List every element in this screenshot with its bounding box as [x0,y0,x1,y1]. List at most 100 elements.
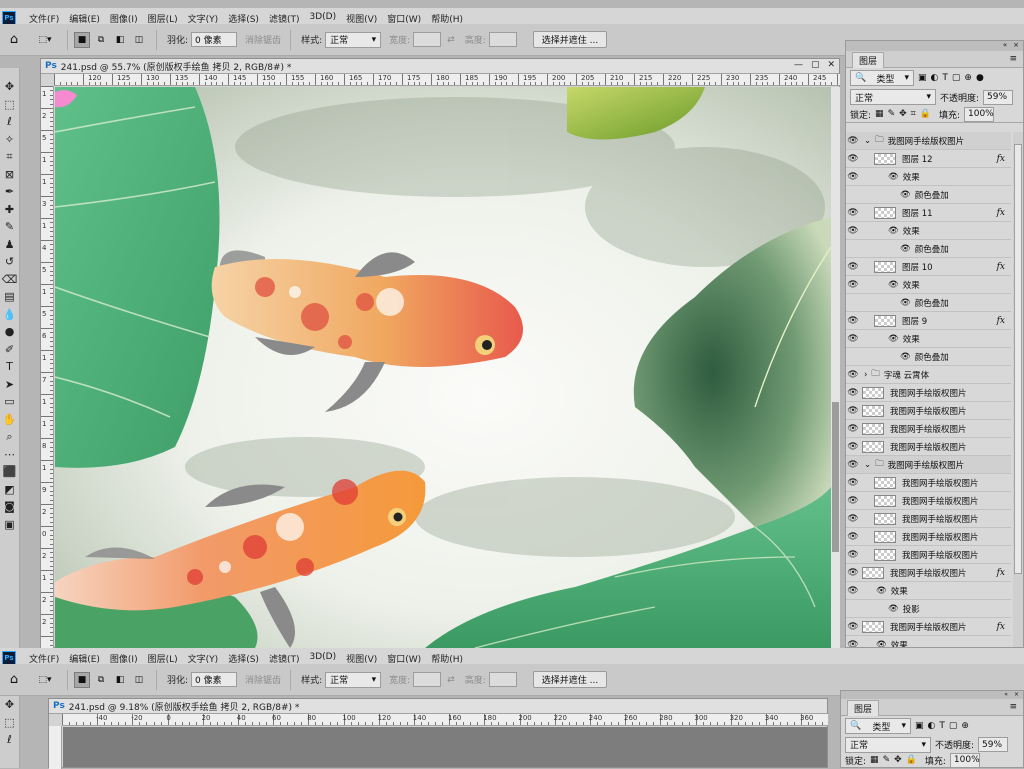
layer-effect-row[interactable]: 👁 颜色叠加 [846,186,1011,204]
effects-eye-icon[interactable]: 👁 [888,226,899,236]
swap-icon[interactable]: ⇄ [447,675,455,685]
select-and-mask-button[interactable]: 选择并遮住 ... [532,671,608,688]
effect-eye-icon[interactable]: 👁 [900,190,911,200]
effect-eye-icon[interactable]: 👁 [900,244,911,254]
minimize-icon[interactable]: — [794,60,803,70]
lock-position-icon[interactable]: ✥ [894,755,902,765]
filter-toggle-icon[interactable]: ● [976,73,984,83]
lock-transparent-icon[interactable]: ▦ [870,755,879,765]
menu-item[interactable]: 3D(D) [304,652,341,665]
feather-input[interactable]: 0 像素 [191,672,238,687]
layer-row[interactable]: 👁 我图网手绘版权图片 [846,546,1011,564]
layer-row[interactable]: 👁 我图网手绘版权图片 [846,420,1011,438]
home-icon[interactable]: ⌂ [4,30,24,50]
layer-row[interactable]: 👁 我图网手绘版权图片 [846,474,1011,492]
marquee-tool-icon[interactable]: ⬚ [0,96,19,114]
width-input[interactable] [413,672,442,687]
layer-row[interactable]: 👁 ⌄ 🗀 我图网手绘版权图片 [846,132,1011,150]
blend-mode-select[interactable]: 正常 ▾ [850,89,936,105]
close-icon[interactable]: × [1014,691,1019,699]
layer-row[interactable]: 👁 我图网手绘版权图片 [846,402,1011,420]
layer-row[interactable]: 👁 ⌄ 🗀 我图网手绘版权图片 [846,456,1011,474]
subtract-selection-icon[interactable]: ◧ [112,32,128,48]
layer-effect-row[interactable]: 👁 投影 [846,600,1011,618]
visibility-eye-icon[interactable]: 👁 [846,442,860,452]
color-swatch-icon[interactable]: ◩ [0,481,19,499]
layer-row[interactable]: 👁 我图网手绘版权图片 [846,492,1011,510]
effects-eye-icon[interactable]: 👁 [876,586,887,596]
filter-smart-icon[interactable]: ⊕ [964,73,972,83]
close-icon[interactable]: ✕ [827,60,835,70]
filter-smart-icon[interactable]: ⊕ [961,721,969,731]
menu-item[interactable]: 图像(I) [105,652,143,665]
visibility-eye-icon[interactable]: 👁 [846,550,860,560]
close-icon[interactable]: × [1013,41,1019,51]
visibility-eye-icon[interactable]: 👁 [846,370,860,380]
select-and-mask-button[interactable]: 选择并遮住 ... [532,31,608,48]
menu-item[interactable]: 文字(Y) [183,12,224,25]
layer-row[interactable]: 👁 图层 11 fx [846,204,1011,222]
layer-effect-row[interactable]: 👁 👁 效果 [846,582,1011,600]
document-tab[interactable]: Ps 241.psd @ 9.18% (原创版权手绘鱼 拷贝 2, RGB/8#… [49,699,827,714]
more-tools-icon[interactable]: ⋯ [0,446,19,464]
lock-pixels-icon[interactable]: ✎ [883,755,891,765]
fx-icon[interactable]: fx [997,154,1005,164]
marquee-preset-icon[interactable]: ⬚▾ [32,32,58,48]
layers-scrollbar-thumb[interactable] [1014,144,1022,574]
visibility-eye-icon[interactable]: 👁 [846,154,860,164]
dodge-tool-icon[interactable]: ● [0,323,19,341]
vertical-scrollbar[interactable] [831,87,840,648]
lock-artboard-icon[interactable]: ⌗ [911,109,916,119]
visibility-eye-icon[interactable]: 👁 [846,316,860,326]
eyedropper-tool-icon[interactable]: ✒ [0,183,19,201]
fx-icon[interactable]: fx [997,208,1005,218]
add-selection-icon[interactable]: ⧉ [93,672,109,688]
collapse-icon[interactable]: « [1003,41,1007,51]
layer-effect-row[interactable]: 👁 👁 效果 [846,168,1011,186]
menu-item[interactable]: 选择(S) [223,12,264,25]
zoom-tool-icon[interactable]: ⌕ [0,428,19,446]
lock-position-icon[interactable]: ✥ [899,109,907,119]
effect-eye-icon[interactable]: 👁 [900,352,911,362]
visibility-eye-icon[interactable]: 👁 [846,640,860,648]
height-input[interactable] [488,32,517,47]
lock-transparent-icon[interactable]: ▦ [875,109,884,119]
layer-effect-row[interactable]: 👁 👁 效果 [846,276,1011,294]
style-select[interactable]: 正常 ▾ [325,671,382,688]
effects-eye-icon[interactable]: 👁 [888,334,899,344]
add-selection-icon[interactable]: ⧉ [93,32,109,48]
menu-item[interactable]: 选择(S) [223,652,264,665]
visibility-eye-icon[interactable]: 👁 [846,280,860,290]
frame-tool-icon[interactable]: ⊠ [0,166,19,184]
collapse-arrow-icon[interactable]: › [864,370,867,380]
menu-item[interactable]: 编辑(E) [64,12,105,25]
blend-mode-select[interactable]: 正常 ▾ [845,736,931,753]
menu-item[interactable]: 图层(L) [143,12,183,25]
style-select[interactable]: 正常 ▾ [325,31,382,48]
menu-item[interactable]: 视图(V) [341,12,382,25]
menu-item[interactable]: 文字(Y) [183,652,224,665]
expand-arrow-icon[interactable]: ⌄ [864,460,871,470]
filter-adjust-icon[interactable]: ◐ [928,721,936,731]
effects-eye-icon[interactable]: 👁 [876,640,887,648]
lock-all-icon[interactable]: 🔒 [906,755,917,765]
fill-input[interactable]: 100% [949,752,980,768]
effects-eye-icon[interactable]: 👁 [888,280,899,290]
feather-input[interactable]: 0 像素 [191,32,238,47]
antialias-checkbox[interactable]: 消除锯齿 [245,673,281,686]
visibility-eye-icon[interactable]: 👁 [846,424,860,434]
visibility-eye-icon[interactable]: 👁 [846,406,860,416]
visibility-eye-icon[interactable]: 👁 [846,226,860,236]
visibility-eye-icon[interactable]: 👁 [846,622,860,632]
menu-item[interactable]: 窗口(W) [382,652,426,665]
fx-icon[interactable]: fx [997,568,1005,578]
canvas-pasteboard[interactable] [63,727,827,767]
filter-pixel-icon[interactable]: ▣ [915,721,924,731]
layer-effect-row[interactable]: 👁 颜色叠加 [846,294,1011,312]
filter-shape-icon[interactable]: ▢ [952,73,961,83]
intersect-selection-icon[interactable]: ◫ [131,32,147,48]
layer-row[interactable]: 👁 我图网手绘版权图片 [846,528,1011,546]
filter-shape-icon[interactable]: ▢ [949,721,958,731]
layer-row[interactable]: 👁 › 🗀 字魂 云霄体 [846,366,1011,384]
opacity-input[interactable]: 59% [983,89,1014,105]
